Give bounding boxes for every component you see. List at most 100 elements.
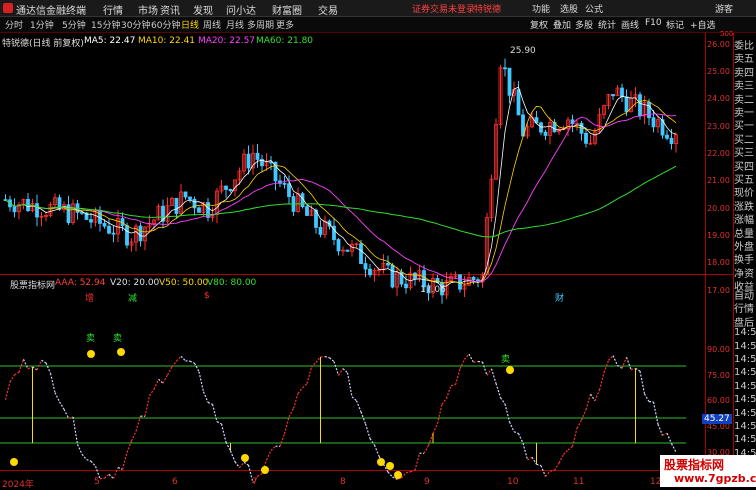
indicator-segment: [447, 386, 452, 399]
indicator-segment: [501, 398, 506, 404]
indicator-segment: [271, 446, 276, 450]
y-tick: 24.00: [707, 94, 730, 103]
indicator-segment: [465, 354, 470, 359]
indicator-segment: [555, 463, 560, 470]
indicator-segment: [532, 457, 537, 464]
indicator-segment: [415, 453, 420, 470]
candle-body: [184, 192, 187, 197]
indicator-segment: [433, 424, 438, 434]
candle-body: [139, 226, 142, 241]
indicator-segment: [339, 369, 344, 376]
ma10-line: [6, 100, 677, 284]
candle-body: [387, 263, 390, 265]
indicator-segment: [613, 356, 618, 366]
indicator-segment: [177, 356, 182, 361]
side-panel-item: 14:5: [734, 421, 756, 432]
candle-body: [391, 265, 394, 287]
indicator-segment: [78, 444, 83, 454]
indicator-segment: [478, 361, 483, 362]
indicator-segment: [519, 434, 524, 444]
candle-body: [621, 88, 624, 97]
indicator-segment: [217, 422, 222, 424]
indicator-segment: [496, 383, 501, 397]
smiley-icon: [377, 458, 385, 466]
indicator-segment: [645, 394, 650, 402]
indicator-segment: [438, 404, 443, 423]
candle-body: [666, 135, 669, 138]
watermark: 股票指标网 www.7gpzb.com: [660, 455, 756, 487]
kline-chart[interactable]: [0, 0, 756, 487]
indicator-segment: [244, 462, 249, 465]
candle-body: [360, 244, 363, 264]
indicator-segment: [159, 379, 164, 383]
indicator-segment: [298, 388, 303, 394]
earnings-mark[interactable]: 财: [555, 291, 564, 304]
indicator-segment: [366, 424, 371, 439]
indicator-segment: [132, 431, 137, 441]
y-tick: 17.00: [707, 286, 730, 295]
smiley-icon: [87, 350, 95, 358]
indicator-segment: [285, 417, 290, 434]
indicator-v80: V80: 80.00: [207, 278, 256, 288]
smiley-icon: [241, 454, 249, 462]
candle-body: [198, 208, 201, 212]
indicator-segment: [114, 467, 119, 478]
indicator-segment: [424, 445, 429, 453]
indicator-segment: [528, 457, 533, 460]
smiley-icon: [261, 466, 269, 474]
indicator-segment: [375, 445, 380, 456]
indicator-segment: [91, 461, 96, 466]
indicator-segment: [10, 375, 15, 382]
event-mark[interactable]: 增: [85, 291, 94, 304]
indicator-segment: [357, 401, 362, 412]
candle-body: [346, 250, 349, 251]
smiley-icon: [394, 471, 402, 479]
candle-body: [472, 277, 475, 279]
candle-body: [81, 212, 84, 213]
indicator-segment: [28, 367, 33, 369]
candle-body: [229, 189, 232, 190]
side-panel-item: 14:5: [734, 408, 756, 419]
side-panel-item: 14:5: [734, 354, 756, 365]
indicator-segment: [330, 358, 335, 362]
event-mark[interactable]: 减: [128, 291, 137, 304]
candle-body: [13, 207, 16, 212]
candle-body: [517, 90, 520, 115]
indicator-segment: [348, 373, 353, 397]
indicator-segment: [154, 379, 159, 389]
indicator-segment: [150, 389, 155, 395]
candle-body: [225, 186, 228, 189]
indicator-segment: [37, 360, 42, 370]
indicator-segment: [640, 371, 645, 394]
candle-body: [540, 123, 543, 132]
indicator-segment: [123, 452, 128, 469]
x-axis-label: 9: [424, 477, 430, 487]
indicator-segment: [204, 392, 209, 403]
watermark-url: www.7gpzb.com: [674, 472, 756, 485]
indicator-segment: [33, 367, 38, 370]
indicator-segment: [199, 372, 204, 392]
x-axis-label: 8: [340, 477, 346, 487]
candle-body: [337, 240, 340, 251]
indicator-segment: [631, 368, 636, 369]
indicator-segment: [402, 473, 407, 478]
y-tick: 18.00: [707, 258, 730, 267]
event-mark[interactable]: $: [204, 291, 210, 301]
candle-body: [36, 204, 39, 217]
indicator-segment: [307, 367, 312, 383]
candle-body: [112, 233, 115, 234]
indicator-segment: [334, 362, 339, 376]
ma5-line: [6, 87, 677, 287]
smiley-icon: [386, 462, 394, 470]
indicator-segment: [667, 433, 672, 443]
indicator-segment: [168, 367, 173, 375]
x-axis-label: 2024年: [2, 477, 34, 490]
indicator-segment: [492, 369, 497, 384]
indicator-segment: [559, 454, 564, 463]
indicator-segment: [505, 404, 510, 422]
indicator-segment: [303, 384, 308, 388]
indicator-segment: [289, 408, 294, 416]
candle-body: [639, 95, 642, 116]
side-panel-item: 14:5: [734, 381, 756, 392]
indicator-name[interactable]: 股票指标网: [10, 278, 55, 291]
